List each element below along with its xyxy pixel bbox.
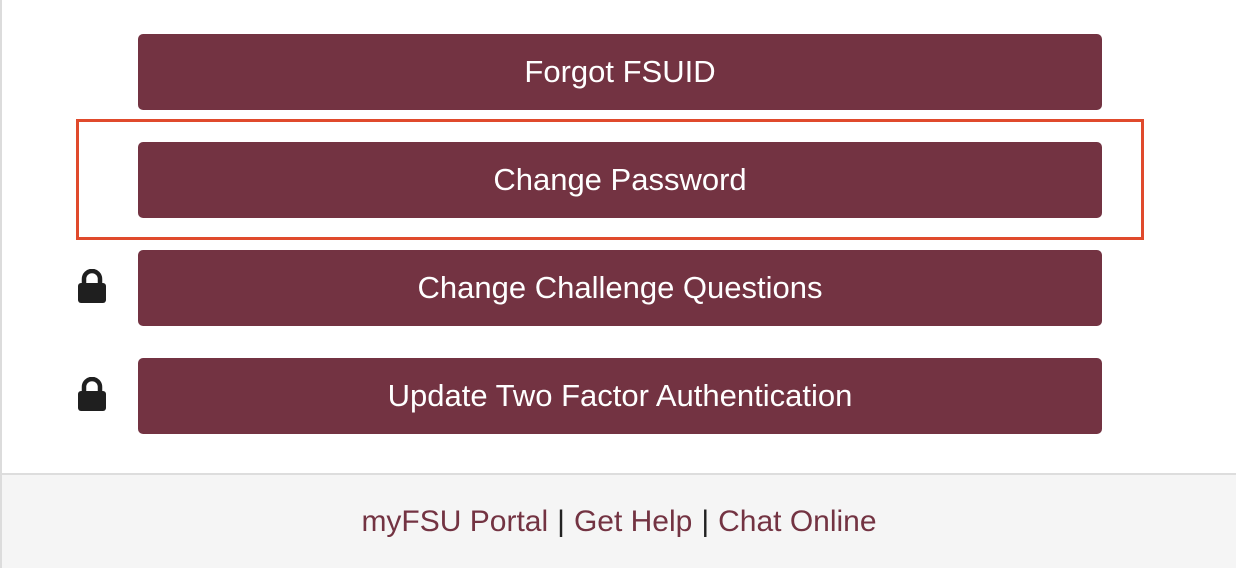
lock-icon bbox=[78, 269, 106, 303]
change-password-button[interactable]: Change Password bbox=[138, 142, 1102, 218]
get-help-link[interactable]: Get Help bbox=[574, 505, 692, 539]
myfsu-portal-link[interactable]: myFSU Portal bbox=[361, 505, 548, 539]
footer-separator: | bbox=[557, 504, 565, 538]
lock-icon bbox=[78, 377, 106, 411]
forgot-fsuid-button[interactable]: Forgot FSUID bbox=[138, 34, 1102, 110]
main-content: Forgot FSUID Change Password Change Chal… bbox=[2, 0, 1236, 473]
change-challenge-questions-button[interactable]: Change Challenge Questions bbox=[138, 250, 1102, 326]
update-two-factor-authentication-button[interactable]: Update Two Factor Authentication bbox=[138, 358, 1102, 434]
chat-online-link[interactable]: Chat Online bbox=[718, 505, 876, 539]
page: Forgot FSUID Change Password Change Chal… bbox=[0, 0, 1236, 568]
footer-separator: | bbox=[701, 504, 710, 538]
footer: myFSU Portal | Get Help | Chat Online bbox=[2, 473, 1236, 568]
